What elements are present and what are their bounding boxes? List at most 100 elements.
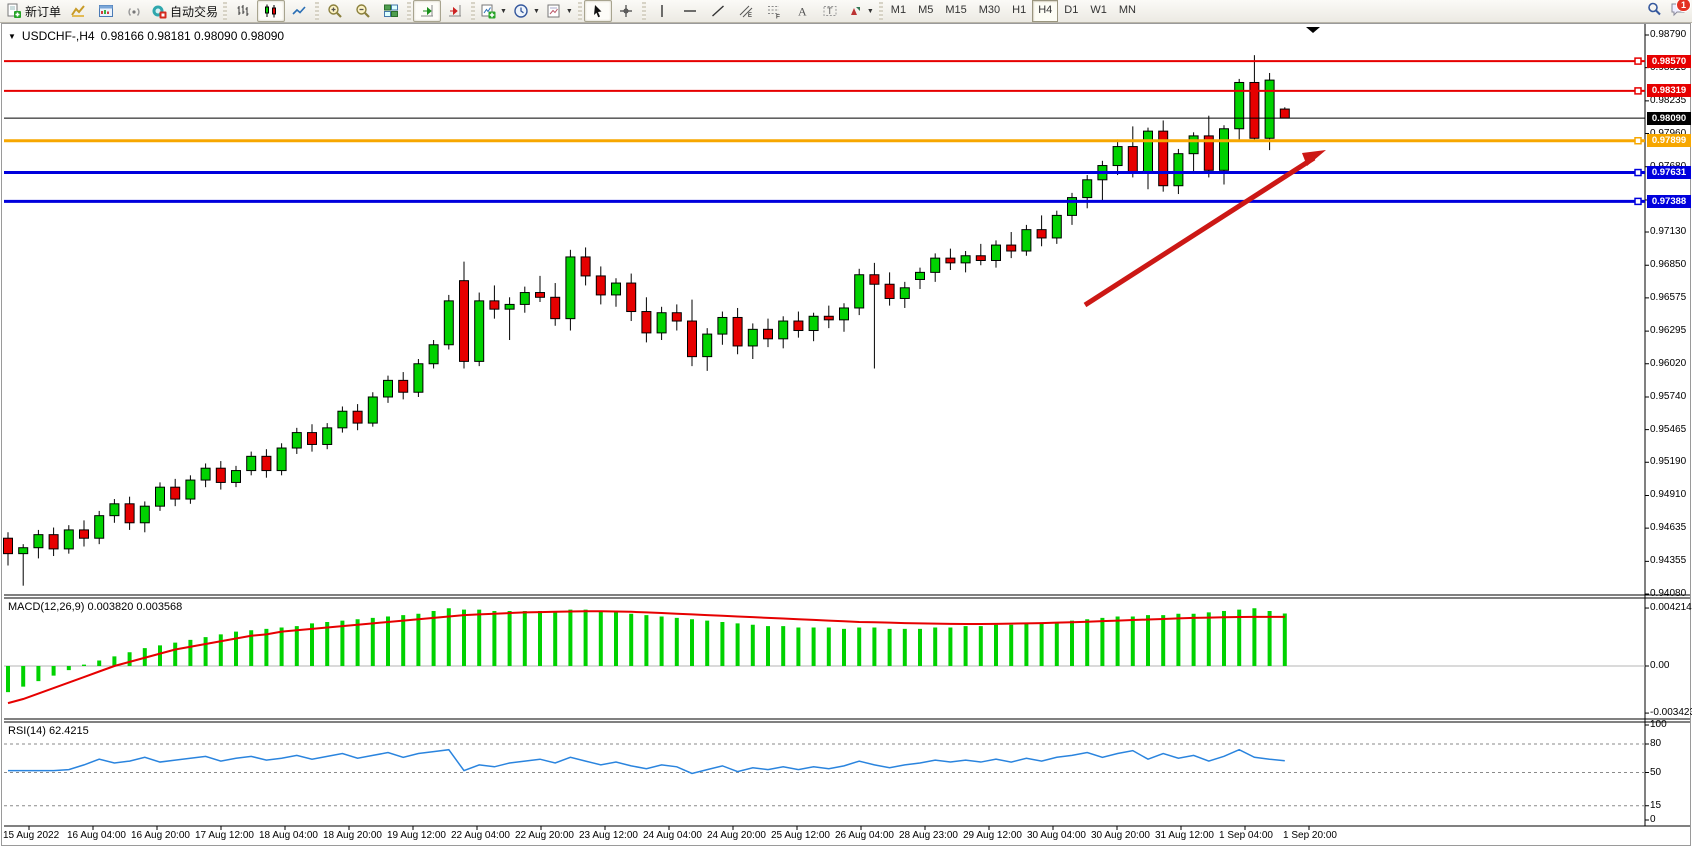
price-tick-label: 0.97130 [1650, 226, 1686, 237]
time-axis-label: 29 Aug 12:00 [963, 830, 1022, 841]
time-axis-label: 15 Aug 2022 [3, 830, 59, 841]
price-tick-label: 0.96575 [1650, 292, 1686, 303]
timeframe-h1-button[interactable]: H1 [1006, 0, 1032, 22]
chart-shift-button[interactable] [441, 0, 469, 22]
hline-handle[interactable] [1635, 198, 1641, 204]
timeframe-d1-button[interactable]: D1 [1058, 0, 1084, 22]
candle-chart-button[interactable] [257, 0, 285, 22]
zoom-in-button[interactable] [321, 0, 349, 22]
time-axis-label: 24 Aug 20:00 [707, 830, 766, 841]
candle-body [855, 275, 864, 308]
chart-window-button[interactable] [92, 0, 120, 22]
candle-body [64, 530, 73, 549]
price-tick-label: 0.96020 [1650, 358, 1686, 369]
channel-button[interactable]: E [732, 0, 760, 22]
cursor-button[interactable] [584, 0, 612, 22]
hline-handle[interactable] [1635, 58, 1641, 64]
svg-text:E: E [748, 13, 752, 19]
svg-text:F: F [776, 14, 780, 20]
candle-body [748, 329, 757, 346]
trend-arrow-shaft[interactable] [1085, 158, 1314, 305]
rsi-tick-label: 15 [1650, 800, 1661, 811]
autotrade-icon [151, 3, 167, 19]
line-icon [291, 3, 307, 19]
candle-body [1220, 129, 1229, 171]
timeframe-m1-button[interactable]: M1 [885, 0, 912, 22]
candle-body [718, 317, 727, 334]
auto-trading-button[interactable]: 自动交易 [148, 0, 221, 22]
candle-body [95, 516, 104, 539]
trendline-button[interactable] [704, 0, 732, 22]
toolbar-separator [223, 2, 227, 20]
candle-body [824, 316, 833, 320]
timeframe-m30-button[interactable]: M30 [973, 0, 1006, 22]
fibo-icon: F [766, 3, 782, 19]
timeframe-h4-button[interactable]: H4 [1032, 0, 1058, 22]
candle-body [885, 284, 894, 298]
signals-button[interactable] [120, 0, 148, 22]
timeframe-w1-button[interactable]: W1 [1084, 0, 1113, 22]
notifications-icon[interactable]: 1 [1670, 1, 1686, 17]
candle-body [764, 329, 773, 338]
charts-button[interactable] [64, 0, 92, 22]
chart-dropdown-triangle[interactable]: ▼ [8, 32, 16, 41]
candle-body [262, 456, 271, 470]
candle-body [368, 397, 377, 423]
zoom-out-button[interactable] [349, 0, 377, 22]
candle-body [140, 506, 149, 523]
fibonacci-button[interactable]: F [760, 0, 788, 22]
text-icon: A [794, 3, 810, 19]
chart-ohlc-values: 0.98166 0.98181 0.98090 0.98090 [101, 29, 285, 43]
hline-handle[interactable] [1635, 170, 1641, 176]
crosshair-button[interactable] [612, 0, 640, 22]
vline-button[interactable] [648, 0, 676, 22]
toolbar-separator [471, 2, 475, 20]
toolbar-separator [879, 2, 883, 20]
candle-body [19, 548, 28, 554]
candle-body [80, 530, 89, 538]
text-button[interactable]: A [788, 0, 816, 22]
candle-body [110, 504, 119, 516]
trend-icon [710, 3, 726, 19]
timeframe-mn-button[interactable]: MN [1113, 0, 1142, 22]
tile-windows-button[interactable] [377, 0, 405, 22]
toolbar-separator [578, 2, 582, 20]
price-badge: 0.98570 [1647, 55, 1691, 68]
signal-icon [126, 3, 142, 19]
time-axis-label: 19 Aug 12:00 [387, 830, 446, 841]
price-tick-label: 0.96295 [1650, 325, 1686, 336]
price-tick-label: 0.98790 [1650, 29, 1686, 40]
chart-object-marker[interactable] [1306, 27, 1320, 33]
candle-body [505, 304, 514, 309]
bar-chart-button[interactable] [229, 0, 257, 22]
indicators-button[interactable]: ▼ [477, 0, 510, 22]
hline-button[interactable] [676, 0, 704, 22]
hline-handle[interactable] [1635, 138, 1641, 144]
timeframe-m15-button[interactable]: M15 [939, 0, 972, 22]
arrows-button[interactable]: ▼ [844, 0, 877, 22]
mt4-terminal: 新订单自动交易▼▼▼EFAT▼M1M5M15M30H1H4D1W1MN1 ▼ U… [0, 0, 1692, 847]
zoom-in-icon [327, 3, 343, 19]
periods-button[interactable]: ▼ [510, 0, 543, 22]
candle-body [308, 433, 317, 445]
timeframe-m5-button[interactable]: M5 [912, 0, 939, 22]
hline-handle[interactable] [1635, 88, 1641, 94]
notification-count-badge: 1 [1676, 0, 1691, 12]
price-tick-label: 0.94355 [1650, 555, 1686, 566]
periods-icon [513, 3, 529, 19]
new-order-button[interactable]: 新订单 [3, 0, 64, 22]
svg-text:A: A [798, 5, 807, 19]
auto-scroll-button[interactable] [413, 0, 441, 22]
search-icon[interactable] [1646, 1, 1662, 17]
candle-body [672, 313, 681, 321]
time-axis-label: 22 Aug 20:00 [515, 830, 574, 841]
candles-icon [263, 3, 279, 19]
templates-button[interactable]: ▼ [543, 0, 576, 22]
time-axis-label: 1 Sep 04:00 [1219, 830, 1273, 841]
candle-body [323, 428, 332, 445]
label-button[interactable]: T [816, 0, 844, 22]
candle-body [779, 321, 788, 339]
candle-body [460, 281, 469, 362]
line-chart-button[interactable] [285, 0, 313, 22]
candle-body [900, 288, 909, 299]
